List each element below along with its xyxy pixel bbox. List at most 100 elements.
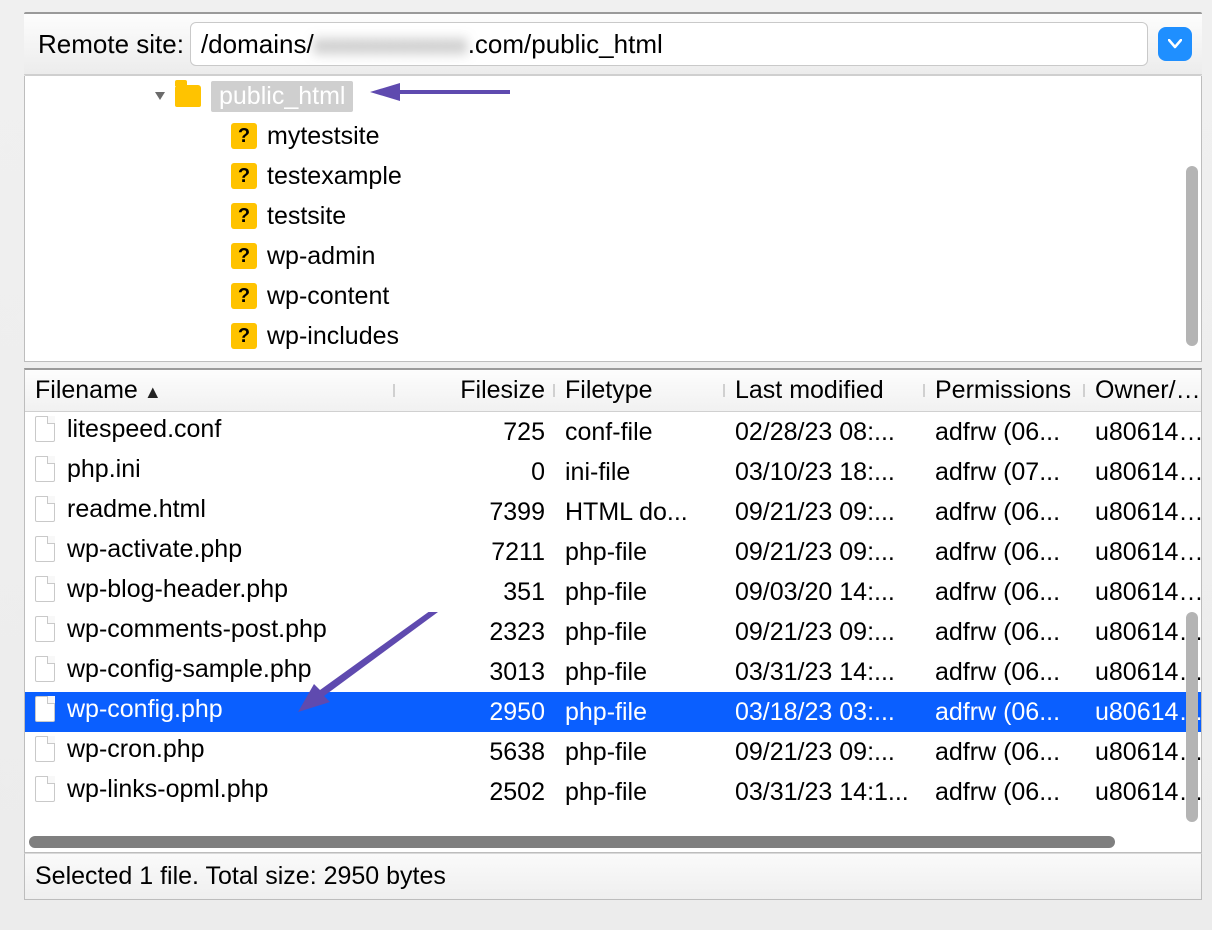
path-dropdown-button[interactable]: [1158, 27, 1192, 61]
file-owner: u8061490: [1085, 738, 1201, 767]
sort-asc-icon: ▲: [144, 382, 162, 402]
file-owner: u8061490: [1085, 538, 1201, 567]
file-icon: [35, 776, 55, 802]
scrollbar-thumb[interactable]: [29, 836, 1115, 848]
file-name: php.ini: [67, 455, 141, 484]
file-size: 5638: [395, 738, 555, 767]
file-perms: adfrw (06...: [925, 538, 1085, 567]
tree-label: wp-content: [267, 282, 389, 311]
file-name: wp-comments-post.php: [67, 615, 327, 644]
file-perms: adfrw (06...: [925, 578, 1085, 607]
file-modified: 03/31/23 14:...: [725, 658, 925, 687]
tree-scrollbar[interactable]: [1186, 166, 1198, 346]
horizontal-scrollbar[interactable]: [25, 832, 1201, 852]
file-type: php-file: [555, 618, 725, 647]
file-row[interactable]: wp-activate.php7211php-file09/21/23 09:.…: [25, 532, 1201, 572]
file-perms: adfrw (06...: [925, 658, 1085, 687]
file-icon: [35, 616, 55, 642]
file-modified: 09/21/23 09:...: [725, 618, 925, 647]
col-filetype[interactable]: Filetype: [555, 376, 725, 405]
file-owner: u8061490: [1085, 498, 1201, 527]
file-name: wp-config-sample.php: [67, 655, 312, 684]
file-row[interactable]: wp-blog-header.php351php-file09/03/20 14…: [25, 572, 1201, 612]
path-blurred: xxxxxxxxxxx: [314, 29, 468, 60]
folder-icon: [175, 85, 201, 107]
file-row[interactable]: wp-cron.php5638php-file09/21/23 09:...ad…: [25, 732, 1201, 772]
file-size: 725: [395, 418, 555, 447]
file-row[interactable]: wp-links-opml.php2502php-file03/31/23 14…: [25, 772, 1201, 812]
file-row[interactable]: wp-config.php2950php-file03/18/23 03:...…: [25, 692, 1201, 732]
file-size: 351: [395, 578, 555, 607]
file-row[interactable]: wp-config-sample.php3013php-file03/31/23…: [25, 652, 1201, 692]
file-name: wp-blog-header.php: [67, 575, 288, 604]
file-size: 7399: [395, 498, 555, 527]
file-name: wp-cron.php: [67, 735, 205, 764]
remote-path-field[interactable]: /domains/xxxxxxxxxxx.com/public_html: [190, 22, 1148, 66]
file-modified: 03/10/23 18:...: [725, 458, 925, 487]
file-row[interactable]: wp-comments-post.php 2323php-file09/21/23…: [25, 612, 1201, 652]
file-icon: [35, 736, 55, 762]
col-owner[interactable]: Owner/Gro: [1085, 376, 1212, 405]
file-modified: 09/21/23 09:...: [725, 498, 925, 527]
file-size: 2323: [395, 618, 555, 647]
file-size: 2502: [395, 778, 555, 807]
file-row[interactable]: php.ini0ini-file03/10/23 18:...adfrw (07…: [25, 452, 1201, 492]
tree-item[interactable]: ?wp-admin: [25, 236, 1201, 276]
col-filename[interactable]: Filename▲: [25, 376, 395, 405]
tree-item[interactable]: ?wp-includes: [25, 316, 1201, 356]
tree-item[interactable]: ?testsite: [25, 196, 1201, 236]
col-modified[interactable]: Last modified: [725, 376, 925, 405]
file-icon: [35, 536, 55, 562]
file-modified: 09/21/23 09:...: [725, 738, 925, 767]
path-prefix: /domains/: [201, 29, 314, 60]
col-filesize[interactable]: Filesize: [395, 376, 555, 405]
tree-label: mytestsite: [267, 122, 380, 151]
file-type: HTML do...: [555, 498, 725, 527]
file-icon: [35, 416, 55, 442]
unknown-folder-icon: ?: [231, 203, 257, 229]
chevron-down-icon[interactable]: [155, 92, 165, 100]
tree-label: public_html: [211, 81, 353, 112]
file-type: php-file: [555, 778, 725, 807]
file-perms: adfrw (06...: [925, 418, 1085, 447]
file-perms: adfrw (06...: [925, 738, 1085, 767]
file-modified: 03/31/23 14:1...: [725, 778, 925, 807]
file-perms: adfrw (07...: [925, 458, 1085, 487]
file-row[interactable]: readme.html 7399HTML do...09/21/23 09:...…: [25, 492, 1201, 532]
file-name: readme.html: [67, 495, 206, 524]
path-suffix: .com/public_html: [468, 29, 663, 60]
file-perms: adfrw (06...: [925, 698, 1085, 727]
file-row[interactable]: litespeed.conf725conf-file02/28/23 08:..…: [25, 412, 1201, 452]
file-size: 2950: [395, 698, 555, 727]
tree-label: wp-includes: [267, 322, 399, 351]
filelist-scrollbar[interactable]: [1186, 612, 1198, 822]
file-type: conf-file: [555, 418, 725, 447]
chevron-down-icon: [1168, 39, 1182, 49]
file-owner: u8061490: [1085, 698, 1201, 727]
tree-item-public-html[interactable]: public_html: [25, 76, 1201, 116]
col-permissions[interactable]: Permissions: [925, 376, 1085, 405]
tree-item[interactable]: ?wp-content: [25, 276, 1201, 316]
unknown-folder-icon: ?: [231, 123, 257, 149]
file-owner: u8061490: [1085, 418, 1201, 447]
tree-label: testexample: [267, 162, 402, 191]
remote-site-bar: Remote site: /domains/xxxxxxxxxxx.com/pu…: [24, 12, 1202, 76]
file-modified: 09/03/20 14:...: [725, 578, 925, 607]
file-perms: adfrw (06...: [925, 778, 1085, 807]
file-name: wp-config.php: [67, 695, 223, 724]
file-icon: [35, 456, 55, 482]
remote-tree[interactable]: public_html ?mytestsite?testexample?test…: [24, 76, 1202, 362]
file-list: Filename▲ Filesize Filetype Last modifie…: [24, 368, 1202, 853]
file-owner: u8061490: [1085, 578, 1201, 607]
file-name: litespeed.conf: [67, 415, 221, 444]
remote-site-label: Remote site:: [38, 29, 190, 60]
file-type: php-file: [555, 538, 725, 567]
file-owner: u8061490: [1085, 658, 1201, 687]
column-headers: Filename▲ Filesize Filetype Last modifie…: [25, 370, 1201, 412]
tree-item[interactable]: ?testexample: [25, 156, 1201, 196]
status-bar: Selected 1 file. Total size: 2950 bytes: [24, 853, 1202, 900]
tree-item[interactable]: ? mytestsite: [25, 116, 1201, 156]
file-perms: adfrw (06...: [925, 618, 1085, 647]
file-icon: [35, 496, 55, 522]
file-type: php-file: [555, 658, 725, 687]
